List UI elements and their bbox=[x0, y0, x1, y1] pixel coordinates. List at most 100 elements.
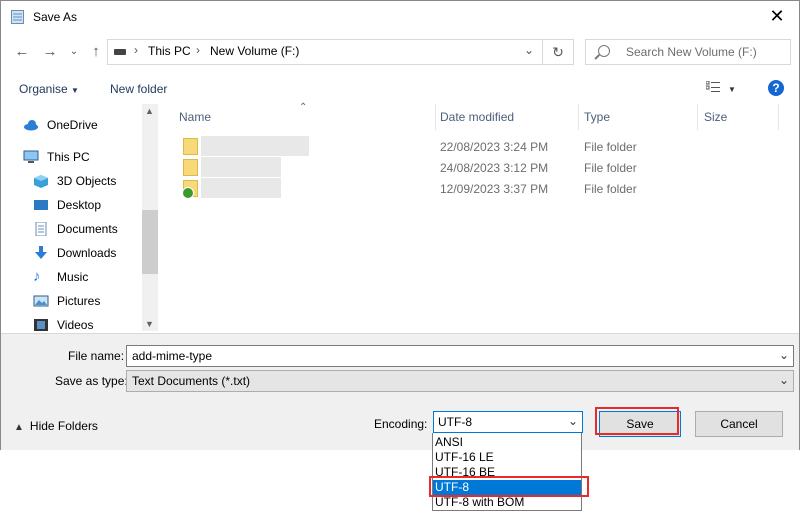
chevron-down-icon[interactable]: ⌄ bbox=[65, 43, 83, 61]
row-type: File folder bbox=[584, 161, 637, 175]
sync-status-icon bbox=[182, 187, 194, 199]
view-options-icon[interactable] bbox=[706, 81, 720, 93]
navigation-pane: OneDrive This PC 3D Objects Desktop Docu… bbox=[1, 104, 158, 332]
row-date: 22/08/2023 3:24 PM bbox=[440, 140, 549, 154]
hide-folders-button[interactable]: ▲ Hide Folders bbox=[14, 419, 98, 433]
column-divider[interactable] bbox=[778, 104, 779, 130]
sidebar-scrollbar[interactable]: ▲ ▼ bbox=[142, 104, 158, 331]
cancel-button[interactable]: Cancel bbox=[695, 411, 783, 437]
refresh-button[interactable]: ↻ bbox=[542, 39, 574, 65]
encoding-label: Encoding: bbox=[374, 417, 428, 431]
column-header-name[interactable]: Name bbox=[179, 110, 211, 124]
sidebar-item-label: Desktop bbox=[57, 198, 102, 212]
computer-icon bbox=[23, 150, 39, 164]
hide-folders-label: Hide Folders bbox=[29, 419, 98, 433]
row-date: 24/08/2023 3:12 PM bbox=[440, 161, 549, 175]
help-button[interactable]: ? bbox=[768, 80, 784, 96]
chevron-right-icon: › bbox=[134, 43, 138, 57]
chevron-right-icon: › bbox=[196, 43, 200, 57]
title-bar: Save As ✕ bbox=[1, 1, 799, 33]
folder-icon bbox=[183, 138, 198, 155]
document-icon bbox=[33, 221, 49, 237]
sidebar-item-label: Downloads bbox=[57, 246, 117, 260]
encoding-option-utf8-bom[interactable]: UTF-8 with BOM bbox=[433, 495, 581, 510]
encoding-option-utf16le[interactable]: UTF-16 LE bbox=[433, 450, 581, 465]
table-row[interactable]: 24/08/2023 3:12 PM File folder bbox=[161, 157, 799, 178]
utf8-highlight-box bbox=[429, 476, 589, 497]
breadcrumb-volume[interactable]: New Volume (F:) bbox=[210, 44, 299, 58]
row-date: 12/09/2023 3:37 PM bbox=[440, 182, 549, 196]
arrow-left-icon[interactable]: ← bbox=[13, 43, 31, 61]
file-name-label: File name: bbox=[68, 349, 125, 363]
column-divider[interactable] bbox=[578, 104, 579, 130]
scroll-up-icon[interactable]: ▲ bbox=[145, 106, 154, 116]
column-divider[interactable] bbox=[697, 104, 698, 130]
sidebar-item-documents[interactable]: Documents bbox=[33, 218, 118, 240]
scroll-thumb[interactable] bbox=[142, 210, 158, 274]
column-header-type[interactable]: Type bbox=[584, 110, 610, 124]
search-input[interactable]: Search New Volume (F:) bbox=[626, 45, 757, 59]
sidebar-item-label: OneDrive bbox=[47, 118, 98, 132]
sidebar-item-label: Pictures bbox=[57, 294, 101, 308]
save-type-value: Text Documents (*.txt) bbox=[132, 374, 251, 388]
sidebar-item-label: Documents bbox=[57, 222, 118, 236]
notepad-icon bbox=[11, 10, 24, 24]
close-button[interactable]: ✕ bbox=[755, 1, 799, 33]
chevron-down-icon[interactable]: ⌄ bbox=[524, 43, 534, 57]
save-highlight-box bbox=[595, 407, 679, 435]
arrow-right-icon[interactable]: → bbox=[41, 43, 59, 61]
table-row[interactable]: 22/08/2023 3:24 PM File folder bbox=[161, 136, 799, 157]
table-row[interactable]: 12/09/2023 3:37 PM File folder bbox=[161, 178, 799, 199]
sidebar-item-label: Videos bbox=[57, 318, 94, 332]
music-icon: ♪ bbox=[33, 268, 41, 285]
breadcrumb-this-pc[interactable]: This PC bbox=[148, 44, 191, 58]
sort-ascending-icon: ⌃ bbox=[299, 102, 308, 113]
window-title: Save As bbox=[33, 10, 78, 24]
caret-down-icon[interactable]: ▼ bbox=[728, 85, 736, 94]
scroll-down-icon[interactable]: ▼ bbox=[145, 319, 154, 329]
command-bar: Organise ▼ New folder ▼ ? bbox=[1, 73, 799, 103]
encoding-option-ansi[interactable]: ANSI bbox=[433, 435, 581, 450]
sidebar-item-label: This PC bbox=[47, 150, 90, 164]
redacted-name bbox=[201, 136, 309, 156]
new-folder-button[interactable]: New folder bbox=[110, 82, 167, 96]
pictures-icon bbox=[33, 294, 49, 308]
redacted-name bbox=[201, 178, 281, 198]
chevron-down-icon[interactable]: ⌄ bbox=[779, 348, 789, 362]
sidebar-item-pictures[interactable]: Pictures bbox=[33, 290, 100, 312]
chevron-down-icon[interactable]: ⌄ bbox=[779, 373, 789, 387]
column-divider[interactable] bbox=[435, 104, 436, 130]
save-type-select[interactable]: Text Documents (*.txt) ⌄ bbox=[126, 370, 794, 392]
drive-icon bbox=[114, 49, 126, 55]
folder-icon bbox=[183, 159, 198, 176]
sidebar-item-this-pc[interactable]: This PC bbox=[23, 146, 90, 168]
desktop-icon bbox=[33, 198, 49, 212]
cube-icon bbox=[33, 174, 49, 188]
chevron-up-icon: ▲ bbox=[14, 422, 24, 433]
column-header-date[interactable]: Date modified bbox=[440, 110, 514, 124]
arrow-up-icon[interactable]: ↑ bbox=[87, 43, 105, 61]
sidebar-item-desktop[interactable]: Desktop bbox=[33, 194, 101, 216]
save-form: File name: add-mime-type ⌄ Save as type:… bbox=[1, 333, 799, 450]
sidebar-item-music[interactable]: ♪ Music bbox=[33, 266, 88, 288]
sidebar-item-label: Music bbox=[57, 270, 89, 284]
column-header-size[interactable]: Size bbox=[704, 110, 727, 124]
search-box[interactable]: Search New Volume (F:) bbox=[585, 39, 791, 65]
sidebar-item-label: 3D Objects bbox=[57, 174, 117, 188]
sidebar-item-downloads[interactable]: Downloads bbox=[33, 242, 116, 264]
chevron-down-icon[interactable]: ⌄ bbox=[568, 414, 578, 428]
sidebar-item-onedrive[interactable]: OneDrive bbox=[23, 114, 98, 136]
file-name-value: add-mime-type bbox=[132, 349, 213, 363]
organise-button[interactable]: Organise ▼ bbox=[19, 82, 79, 96]
navigation-bar: ← → ⌄ ↑ › This PC › New Volume (F:) ⌄ ↻ … bbox=[1, 35, 799, 69]
encoding-value: UTF-8 bbox=[438, 415, 472, 429]
encoding-select[interactable]: UTF-8 ⌄ bbox=[433, 411, 583, 433]
file-list: ⌃ Name Date modified Type Size 22/08/202… bbox=[161, 102, 799, 331]
save-as-dialog: Save As ✕ ← → ⌄ ↑ › This PC › New Volume… bbox=[0, 0, 800, 450]
video-icon bbox=[33, 318, 49, 332]
search-icon bbox=[598, 45, 610, 57]
file-name-field[interactable]: add-mime-type ⌄ bbox=[126, 345, 794, 367]
sidebar-item-3d-objects[interactable]: 3D Objects bbox=[33, 170, 116, 192]
encoding-dropdown-list: ANSI UTF-16 LE UTF-16 BE UTF-8 UTF-8 wit… bbox=[432, 433, 582, 511]
address-bar[interactable]: › This PC › New Volume (F:) ⌄ bbox=[107, 39, 543, 65]
